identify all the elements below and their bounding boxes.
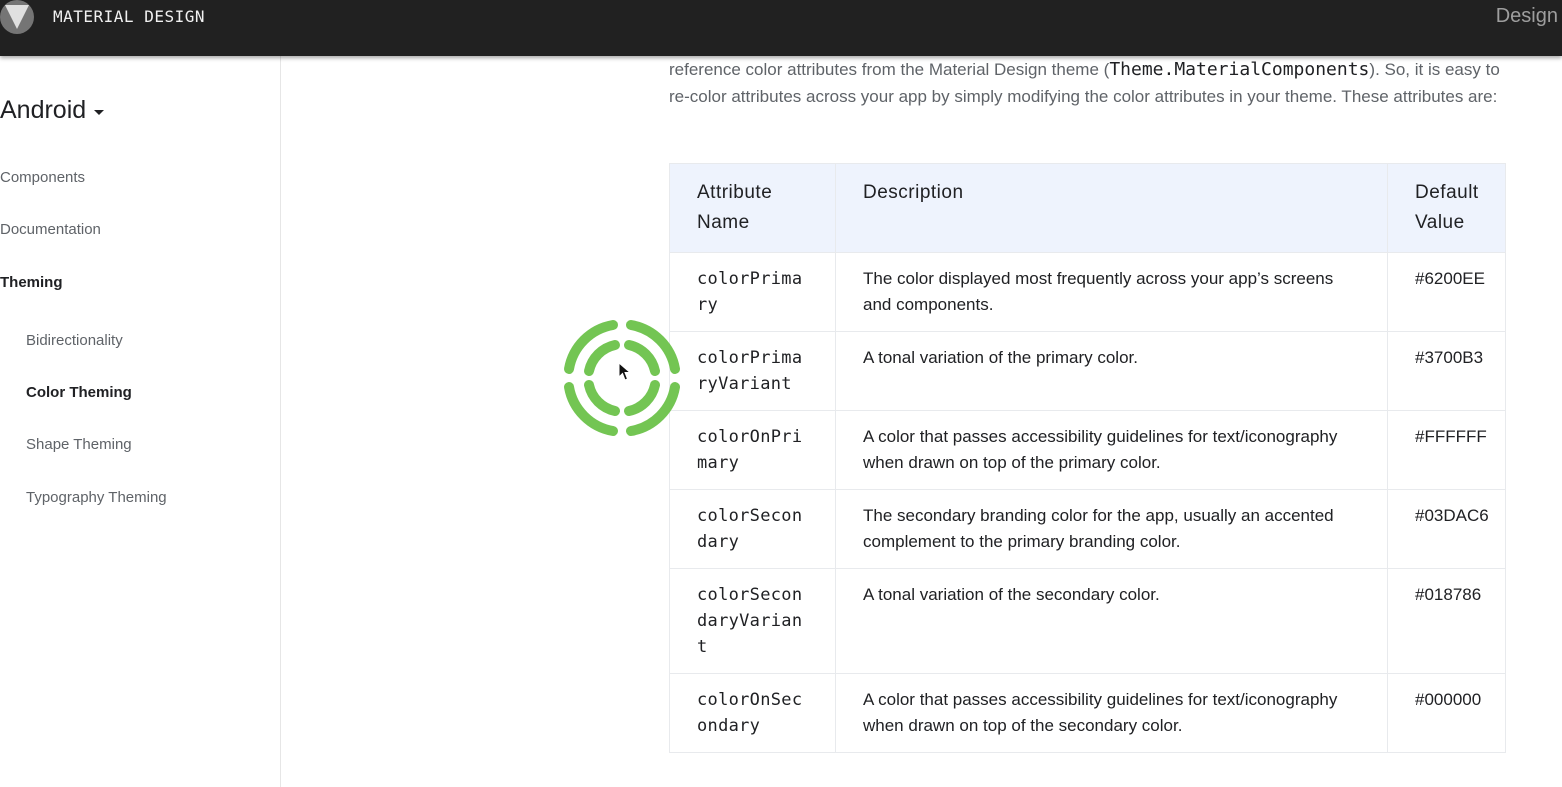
header-attribute-name: Attribute Name	[669, 163, 836, 253]
default-value-cell: #6200EE	[1387, 252, 1506, 332]
sidebar-item-theming[interactable]: Theming	[0, 274, 63, 291]
table-row: colorOnPrimary A color that passes acces…	[669, 410, 1506, 490]
default-value-cell: #03DAC6	[1387, 489, 1506, 569]
intro-paragraph: reference color attributes from the Mate…	[669, 56, 1504, 110]
attribute-name-cell: colorSecondaryVariant	[669, 568, 836, 674]
platform-label: Android	[0, 96, 87, 124]
description-cell: The color displayed most frequently acro…	[835, 252, 1388, 332]
table-header-row: Attribute Name Description Default Value	[669, 163, 1506, 253]
default-value-cell: #FFFFFF	[1387, 410, 1506, 490]
color-attributes-table: Attribute Name Description Default Value…	[669, 163, 1506, 753]
sidebar-nav: Android Components Documentation Theming…	[0, 56, 281, 787]
default-value-cell: #3700B3	[1387, 331, 1506, 411]
sidebar-item-components[interactable]: Components	[0, 169, 85, 186]
table-row: colorSecondaryVariant A tonal variation …	[669, 568, 1506, 674]
description-cell: A color that passes accessibility guidel…	[835, 410, 1388, 490]
site-title[interactable]: MATERIAL DESIGN	[53, 7, 205, 26]
attribute-name-cell: colorSecondary	[669, 489, 836, 569]
intro-text-before: reference color attributes from the Mate…	[669, 60, 1110, 79]
table-row: colorPrimaryVariant A tonal variation of…	[669, 331, 1506, 411]
sidebar-subitem-shape-theming[interactable]: Shape Theming	[26, 436, 132, 453]
header-default-value: Default Value	[1387, 163, 1506, 253]
attribute-name-cell: colorPrimaryVariant	[669, 331, 836, 411]
top-app-bar: MATERIAL DESIGN Design	[0, 0, 1562, 56]
design-nav-link[interactable]: Design	[1496, 5, 1558, 28]
header-description: Description	[835, 163, 1388, 253]
sidebar-subitem-color-theming[interactable]: Color Theming	[26, 384, 132, 401]
default-value-cell: #000000	[1387, 673, 1506, 753]
attribute-name-cell: colorOnPrimary	[669, 410, 836, 490]
mouse-pointer-icon	[618, 362, 632, 381]
table-row: colorSecondary The secondary branding co…	[669, 489, 1506, 569]
caret-down-icon	[94, 109, 105, 115]
description-cell: The secondary branding color for the app…	[835, 489, 1388, 569]
platform-selector[interactable]: Android	[0, 96, 105, 125]
sidebar-subitem-typography-theming[interactable]: Typography Theming	[26, 489, 167, 506]
sidebar-subitem-bidirectionality[interactable]: Bidirectionality	[26, 332, 123, 349]
table-row: colorOnSecondary A color that passes acc…	[669, 673, 1506, 753]
attribute-name-cell: colorOnSecondary	[669, 673, 836, 753]
sidebar-item-documentation[interactable]: Documentation	[0, 221, 101, 238]
table-row: colorPrimary The color displayed most fr…	[669, 252, 1506, 332]
theme-code: Theme.MaterialComponents	[1109, 59, 1370, 80]
attribute-name-cell: colorPrimary	[669, 252, 836, 332]
default-value-cell: #018786	[1387, 568, 1506, 674]
material-logo-icon[interactable]	[0, 0, 34, 34]
description-cell: A tonal variation of the secondary color…	[835, 568, 1388, 674]
description-cell: A color that passes accessibility guidel…	[835, 673, 1388, 753]
description-cell: A tonal variation of the primary color.	[835, 331, 1388, 411]
